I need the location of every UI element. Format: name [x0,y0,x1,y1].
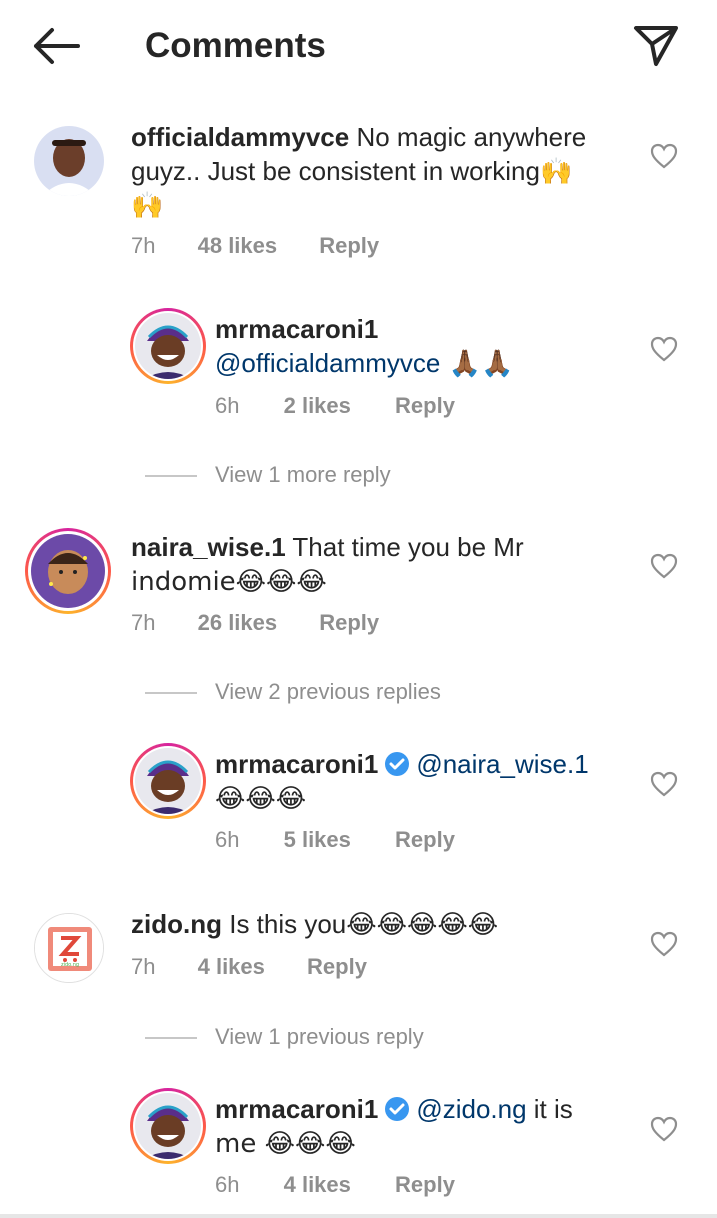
comment-meta: 7h 4 likes Reply [131,953,367,981]
comment-body: That time you be Mr [292,532,524,562]
comment-meta: 6h 2 likes Reply [215,392,455,420]
comment-time: 7h [131,233,156,258]
zido-logo-text: zido.ng [61,962,79,968]
comment-body: 🙏🏾🙏🏾 [440,349,514,379]
comment-meta: 6h 4 likes Reply [215,1171,455,1199]
avatar [31,534,105,608]
comment-mention[interactable]: @zido.ng [416,1094,526,1124]
comment-text: naira_wise.1 That time you be Mr indomie… [131,530,621,599]
view-more-label: View 1 more reply [215,462,391,487]
reply-button[interactable]: Reply [395,392,455,420]
avatar-story-ring[interactable] [130,1088,206,1164]
back-arrow-icon[interactable] [30,24,82,68]
comment-username[interactable]: zido.ng [131,909,222,939]
send-icon[interactable] [630,22,682,70]
comment-username[interactable]: mrmacaroni1 [215,749,378,779]
reply-button[interactable]: Reply [395,1171,455,1199]
view-more-replies[interactable]: View 1 more reply [145,461,391,489]
reply-button[interactable]: Reply [307,953,367,981]
comment-time: 6h [215,827,240,852]
divider-line [145,692,197,695]
view-more-label: View 2 previous replies [215,679,441,704]
avatar[interactable] [34,126,104,196]
comment-body: Is this you😂😂😂😂😂 [229,909,499,939]
comment-likes[interactable]: 2 likes [284,392,351,420]
verified-icon [385,752,410,776]
comment-mention[interactable]: @naira_wise.1 [416,749,588,779]
bottom-divider [0,1214,717,1218]
comment-likes[interactable]: 48 likes [198,232,278,260]
comment-mention[interactable]: @officialdammyvce [215,348,440,378]
avatar-story-ring[interactable] [130,308,206,384]
comment-username[interactable]: mrmacaroni1 [215,314,378,344]
divider-line [145,475,197,478]
comment-body-line2: 🙌 [131,191,164,221]
header: Comments [0,0,717,92]
comment-time: 6h [215,393,240,418]
divider-line [145,1037,197,1040]
comment-username[interactable]: mrmacaroni1 [215,1094,378,1124]
comment-likes[interactable]: 4 likes [284,1171,351,1199]
comment-username[interactable]: naira_wise.1 [131,532,286,562]
heart-icon[interactable] [650,336,678,362]
comment-body: it is [526,1094,573,1124]
comment-time: 6h [215,1172,240,1197]
page-title: Comments [145,26,326,65]
avatar-story-ring[interactable] [130,743,206,819]
heart-icon[interactable] [650,553,678,579]
comment-body-line2: indomie😂😂😂 [131,567,327,597]
heart-icon[interactable] [650,1116,678,1142]
avatar[interactable]: zido.ng [34,913,104,983]
comment-time: 7h [131,954,156,979]
comment-text: officialdammyvce No magic anywhere guyz.… [131,120,621,223]
comment-body-line2: me 😂😂😂 [215,1129,356,1159]
comment-body: 😂😂😂 [215,784,307,814]
reply-button[interactable]: Reply [319,609,379,637]
comment-text: mrmacaroni1 @officialdammyvce 🙏🏾🙏🏾 [215,312,625,381]
reply-button[interactable]: Reply [395,826,455,854]
comment-username[interactable]: officialdammyvce [131,122,349,152]
verified-icon [385,1097,410,1121]
comment-meta: 7h 48 likes Reply [131,232,379,260]
view-previous-replies[interactable]: View 1 previous reply [145,1023,424,1051]
comment-likes[interactable]: 26 likes [198,609,278,637]
heart-icon[interactable] [650,143,678,169]
comment-likes[interactable]: 5 likes [284,826,351,854]
comment-meta: 6h 5 likes Reply [215,826,455,854]
comment-time: 7h [131,610,156,635]
comment-likes[interactable]: 4 likes [198,953,265,981]
avatar [135,748,201,814]
comment-text: mrmacaroni1 @naira_wise.1 😂😂😂 [215,747,635,816]
view-previous-replies[interactable]: View 2 previous replies [145,678,441,706]
heart-icon[interactable] [650,771,678,797]
avatar [135,1093,201,1159]
comment-meta: 7h 26 likes Reply [131,609,379,637]
view-more-label: View 1 previous reply [215,1024,424,1049]
comment-text: zido.ng Is this you😂😂😂😂😂 [131,907,621,941]
avatar-story-ring[interactable] [25,528,111,614]
heart-icon[interactable] [650,931,678,957]
avatar [135,313,201,379]
comment-text: mrmacaroni1 @zido.ng it is me 😂😂😂 [215,1092,635,1161]
reply-button[interactable]: Reply [319,232,379,260]
